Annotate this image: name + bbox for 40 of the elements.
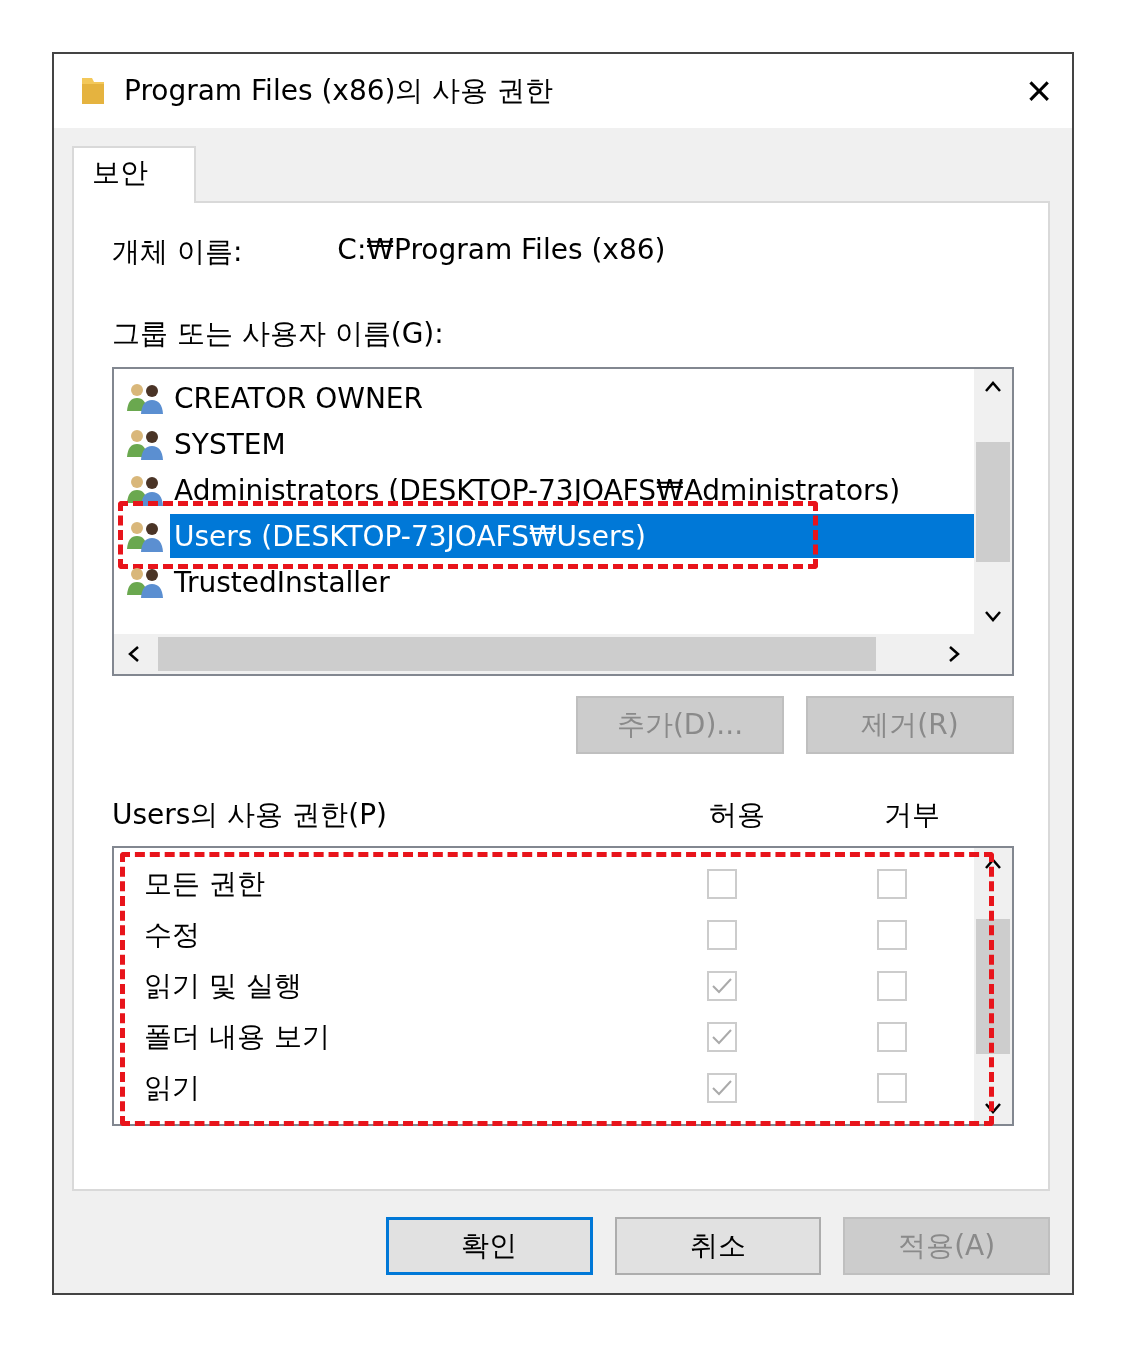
horizontal-scrollbar[interactable] [114,634,974,674]
checkbox[interactable] [707,919,737,950]
checkbox[interactable] [877,1072,907,1103]
column-header: 거부 [884,797,941,833]
window-title: Program Files (x86)의 사용 권한 [124,73,555,109]
users-icon [126,381,164,415]
dialog-button[interactable]: 취소 [614,1217,822,1275]
permission-name: 읽기 [144,1069,201,1106]
permission-name: 폴더 내용 보기 [144,1018,331,1055]
column-header: 허용 [709,797,766,833]
tab[interactable]: 보안 [72,146,196,203]
checkbox[interactable] [877,919,907,950]
permission-name: 수정 [144,916,201,953]
dialog-button[interactable]: 확인 [386,1217,593,1275]
list-item[interactable]: Administrators (DESKTOP-73JOAFS₩Administrators) [170,468,905,512]
list-item[interactable]: TrustedInstaller [170,560,394,604]
checkbox[interactable] [707,868,737,899]
users-icon [126,519,164,553]
close-button[interactable]: × [1020,69,1058,113]
vertical-scrollbar[interactable] [974,848,1012,1124]
checkbox[interactable] [877,868,907,899]
object-name-value: C:₩Program Files (x86) [337,233,666,268]
checkbox[interactable] [707,1072,737,1103]
permissions-label: Users의 사용 권한(P) [112,797,388,833]
checkbox[interactable] [877,1021,907,1052]
folder-icon [80,76,106,106]
checkbox[interactable] [877,970,907,1001]
checkbox[interactable] [707,970,737,1001]
users-icon [126,427,164,461]
permission-name: 읽기 및 실행 [144,967,303,1004]
vertical-scrollbar[interactable] [974,369,1012,634]
list-item[interactable]: SYSTEM [170,422,290,466]
users-icon [126,565,164,599]
users-icon [126,473,164,507]
field-label: 개체 이름: [112,234,243,270]
permission-name: 모든 권한 [144,865,266,902]
list-label: 그룹 또는 사용자 이름(G): [112,316,445,352]
checkbox[interactable] [707,1021,737,1052]
list-item[interactable]: Users (DESKTOP-73JOAFS₩Users) [170,514,974,558]
list-item[interactable]: CREATOR OWNER [170,376,427,420]
